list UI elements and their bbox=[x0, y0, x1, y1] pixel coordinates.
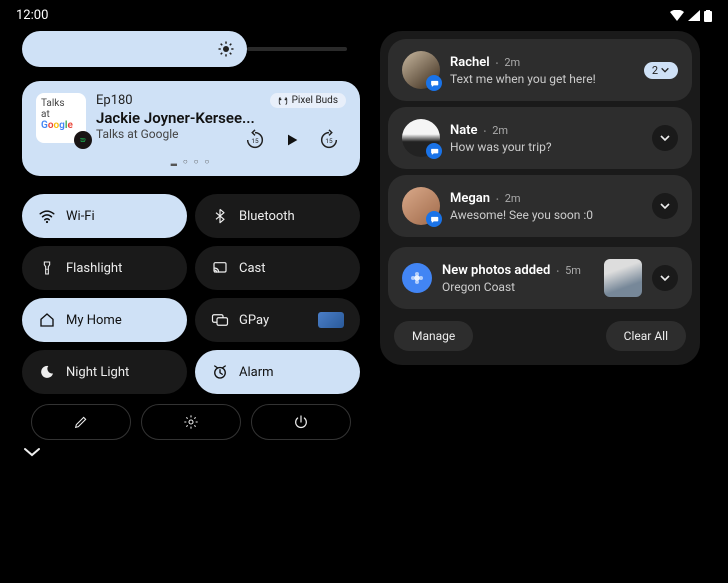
gpay-icon bbox=[211, 313, 229, 327]
avatar bbox=[402, 119, 440, 157]
notification-time: 2m bbox=[505, 192, 521, 205]
expand-chevron[interactable] bbox=[22, 446, 360, 458]
play-button[interactable] bbox=[284, 132, 300, 148]
brightness-slider[interactable] bbox=[22, 31, 360, 67]
qs-nightlight-tile[interactable]: Night Light bbox=[22, 350, 187, 394]
notification-sender: Rachel bbox=[450, 55, 490, 70]
status-icons bbox=[670, 10, 712, 22]
brightness-icon bbox=[217, 40, 235, 58]
notification-time: 2m bbox=[492, 124, 508, 137]
spotify-icon bbox=[74, 131, 92, 149]
cast-icon bbox=[211, 260, 229, 276]
notification-card[interactable]: Megan • 2m Awesome! See you soon :0 bbox=[388, 175, 692, 237]
battery-icon bbox=[704, 10, 712, 22]
clock: 12:00 bbox=[16, 8, 48, 23]
qs-bluetooth-tile[interactable]: Bluetooth bbox=[195, 194, 360, 238]
qs-wifi-tile[interactable]: Wi-Fi bbox=[22, 194, 187, 238]
media-output-chip[interactable]: Pixel Buds bbox=[270, 93, 346, 108]
notification-text: Text me when you get here! bbox=[450, 72, 634, 86]
moon-icon bbox=[38, 364, 56, 380]
media-episode: Ep180 bbox=[96, 93, 133, 108]
qs-cast-tile[interactable]: Cast bbox=[195, 246, 360, 290]
edit-tiles-button[interactable] bbox=[31, 404, 131, 440]
media-track-title: Jackie Joyner-Kersee... bbox=[96, 109, 346, 127]
notification-card[interactable]: Rachel • 2m Text me when you get here! 2 bbox=[388, 39, 692, 101]
notification-text: Awesome! See you soon :0 bbox=[450, 208, 642, 222]
wifi-icon bbox=[38, 207, 56, 225]
photos-subtitle: Oregon Coast bbox=[442, 280, 594, 294]
photos-thumbnail bbox=[604, 259, 642, 297]
photos-title: New photos added bbox=[442, 263, 550, 278]
power-button[interactable] bbox=[251, 404, 351, 440]
expand-icon[interactable] bbox=[652, 125, 678, 151]
expand-icon[interactable] bbox=[652, 193, 678, 219]
flashlight-icon bbox=[38, 260, 56, 276]
notification-sender: Nate bbox=[450, 123, 478, 138]
notification-time: 2m bbox=[504, 56, 520, 69]
messages-app-icon bbox=[426, 143, 442, 159]
avatar bbox=[402, 51, 440, 89]
earbuds-icon bbox=[278, 96, 288, 106]
quick-settings-grid: Wi-Fi Bluetooth Flashlight Cast My Home … bbox=[22, 194, 360, 394]
media-source: Talks at Google bbox=[96, 127, 346, 141]
bluetooth-icon bbox=[211, 208, 229, 224]
qs-alarm-tile[interactable]: Alarm bbox=[195, 350, 360, 394]
forward-15-button[interactable]: 15 bbox=[318, 129, 340, 151]
home-icon bbox=[38, 311, 56, 329]
media-album-art: Talks at Google bbox=[36, 93, 86, 143]
gpay-card-thumb bbox=[318, 312, 344, 328]
photos-app-icon bbox=[402, 263, 432, 293]
rewind-15-button[interactable]: 15 bbox=[244, 129, 266, 151]
photos-time: 5m bbox=[565, 264, 581, 277]
signal-icon bbox=[688, 10, 700, 21]
alarm-icon bbox=[211, 363, 229, 381]
brightness-track bbox=[247, 47, 347, 51]
notification-card[interactable]: Nate • 2m How was your trip? bbox=[388, 107, 692, 169]
media-pager-dots: ▂ ○ ○ ○ bbox=[36, 157, 346, 166]
notification-count-pill[interactable]: 2 bbox=[644, 62, 678, 79]
svg-text:15: 15 bbox=[251, 137, 259, 145]
svg-text:15: 15 bbox=[325, 137, 333, 145]
settings-button[interactable] bbox=[141, 404, 241, 440]
notification-text: How was your trip? bbox=[450, 140, 642, 154]
clear-all-button[interactable]: Clear All bbox=[606, 321, 686, 351]
qs-flashlight-tile[interactable]: Flashlight bbox=[22, 246, 187, 290]
messages-app-icon bbox=[426, 211, 442, 227]
avatar bbox=[402, 187, 440, 225]
notification-panel: Rachel • 2m Text me when you get here! 2… bbox=[380, 31, 700, 365]
messages-app-icon bbox=[426, 75, 442, 91]
notification-photos[interactable]: New photos added • 5m Oregon Coast bbox=[388, 247, 692, 309]
qs-home-tile[interactable]: My Home bbox=[22, 298, 187, 342]
expand-icon[interactable] bbox=[652, 265, 678, 291]
manage-button[interactable]: Manage bbox=[394, 321, 473, 351]
notification-sender: Megan bbox=[450, 191, 490, 206]
media-card[interactable]: Talks at Google Ep180 Pixel Buds bbox=[22, 81, 360, 176]
wifi-icon bbox=[670, 10, 684, 21]
qs-gpay-tile[interactable]: GPay bbox=[195, 298, 360, 342]
status-bar: 12:00 bbox=[0, 0, 728, 31]
